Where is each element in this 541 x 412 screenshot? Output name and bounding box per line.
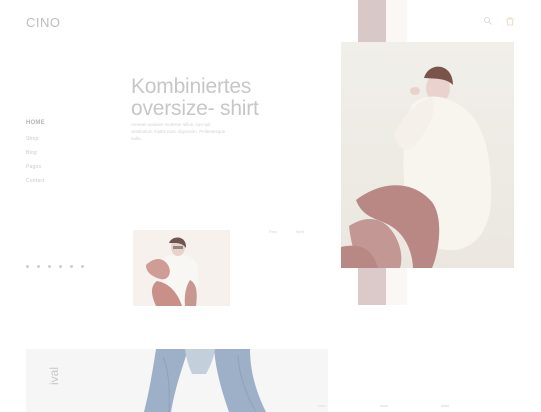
gallery-next-label[interactable]: Next [296, 229, 304, 234]
brand-logo[interactable]: CINO [26, 15, 61, 30]
social-dot-icon[interactable] [70, 265, 73, 268]
nav-item-contact[interactable]: Contact [26, 178, 45, 184]
hero-title-line-1: Kombiniertes [131, 75, 252, 99]
social-dot-icon[interactable] [81, 265, 84, 268]
model-illustration [341, 66, 492, 268]
nav-item-shop[interactable]: Shop [26, 136, 45, 142]
bottom-divider-lines [318, 405, 449, 407]
bottom-vertical-heading: ival [47, 366, 61, 385]
header-icons [483, 16, 515, 26]
hero-title-line-2: oversize- shirt [131, 97, 259, 121]
hero-description: Aenean sodales molestie tellus, suscipit… [131, 121, 226, 142]
nav-item-blog[interactable]: Blog [26, 150, 45, 156]
social-dot-icon[interactable] [59, 265, 62, 268]
accent-stripe-top [358, 0, 386, 42]
divider-line [318, 405, 326, 407]
social-dot-icon[interactable] [26, 265, 29, 268]
nav-item-home[interactable]: HOME [26, 120, 45, 126]
divider-line [441, 405, 449, 407]
hero-model-image [341, 42, 514, 268]
social-dot-icon[interactable] [37, 265, 40, 268]
nav-item-pages[interactable]: Pages [26, 164, 45, 170]
product-model-illustration [133, 230, 230, 306]
gallery-prev-label[interactable]: Prev [269, 229, 277, 234]
divider-line [379, 405, 388, 407]
social-dots [26, 265, 84, 268]
bottom-feature-section [26, 349, 328, 412]
social-dot-icon[interactable] [48, 265, 51, 268]
product-thumbnail[interactable] [133, 230, 230, 306]
fashion-homepage: CINO HOME Shop Blog Pages Contact Kombin… [0, 0, 541, 412]
hero-title: Kombiniertes oversize- shirt [131, 76, 341, 120]
accent-stripe-bottom [358, 268, 386, 305]
search-icon[interactable] [483, 16, 493, 26]
gallery-navigation: Prev Next [269, 229, 304, 234]
bottom-model-illustration [26, 349, 328, 412]
bag-icon[interactable] [505, 16, 515, 26]
main-navigation: HOME Shop Blog Pages Contact [26, 120, 45, 184]
